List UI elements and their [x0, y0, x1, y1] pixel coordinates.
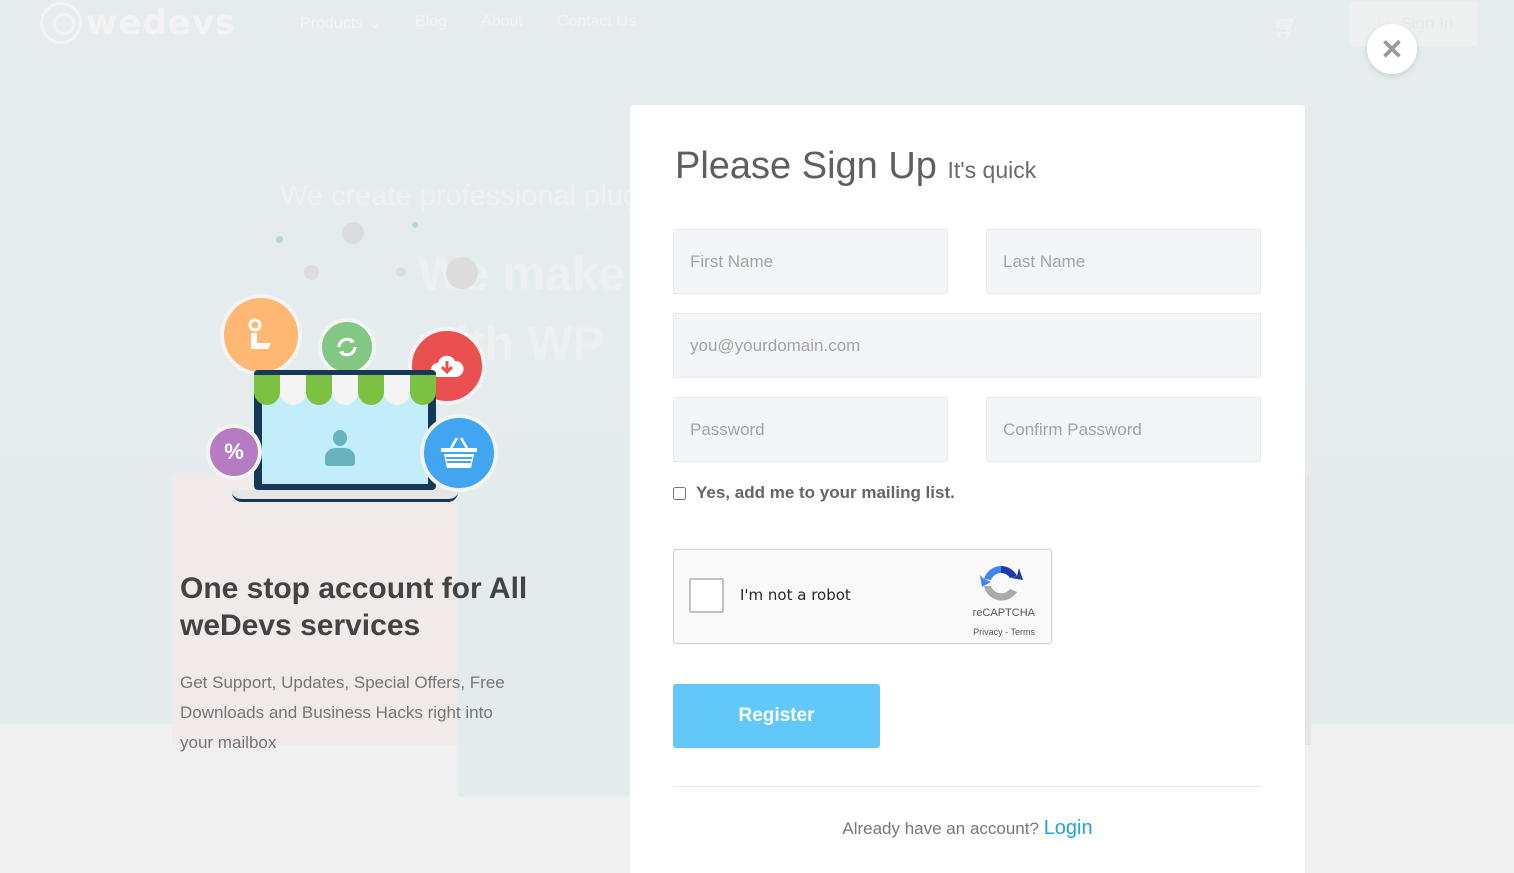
nav-products[interactable]: Products ⌄ — [300, 13, 381, 33]
decor-dot — [446, 257, 478, 289]
logo-mark-icon — [40, 2, 82, 44]
close-modal-button[interactable]: ✕ — [1367, 24, 1417, 74]
login-prompt: Already have an account? Login — [630, 817, 1305, 840]
user-icon — [325, 430, 355, 472]
logo-text: wedevs — [86, 3, 237, 43]
cart-icon[interactable]: 🛒︎ — [1272, 14, 1300, 40]
top-navigation: wedevs Products ⌄ Blog About Contact Us … — [0, 0, 1514, 48]
basket-icon — [420, 414, 498, 492]
decor-dot — [396, 267, 406, 277]
mailing-list-checkbox[interactable] — [673, 486, 686, 500]
email-input[interactable] — [673, 313, 1261, 378]
nav-blog[interactable]: Blog — [415, 13, 447, 33]
recaptcha-brand: reCAPTCHA — [972, 607, 1035, 619]
nav-contact[interactable]: Contact Us — [557, 13, 636, 33]
decor-dot — [412, 222, 418, 228]
support-icon — [220, 294, 302, 376]
decor-dot — [304, 265, 319, 280]
sync-icon — [318, 318, 376, 376]
recaptcha-logo-icon — [980, 566, 1023, 601]
laptop-base — [232, 490, 458, 502]
recaptcha-privacy-terms-link[interactable]: Privacy - Terms — [973, 627, 1035, 637]
promo-heading: One stop account for All weDevs services — [180, 572, 528, 642]
store-illustration: % — [170, 220, 530, 520]
percent-icon: % — [206, 424, 262, 480]
register-button[interactable]: Register — [673, 684, 880, 748]
mailing-list-label[interactable]: Yes, add me to your mailing list. — [696, 483, 955, 503]
promo-body: Get Support, Updates, Special Offers, Fr… — [180, 673, 505, 752]
recaptcha-checkbox[interactable] — [689, 578, 724, 613]
modal-subtitle: It's quick — [947, 157, 1037, 183]
signup-modal: Please Sign Up It's quick Yes, add me to… — [630, 105, 1305, 873]
nav-links: Products ⌄ Blog About Contact Us — [300, 13, 636, 33]
password-input[interactable] — [673, 397, 948, 462]
first-name-input[interactable] — [673, 229, 948, 294]
decor-dot — [342, 222, 364, 244]
modal-title-text: Please Sign Up — [675, 145, 937, 187]
hero-subtitle: We create professional plug — [280, 180, 639, 212]
divider — [673, 786, 1261, 787]
wedevs-logo[interactable]: wedevs — [40, 2, 236, 44]
close-icon: ✕ — [1380, 33, 1404, 65]
modal-title: Please Sign Up It's quick — [675, 145, 1036, 188]
decor-dot — [276, 236, 283, 243]
confirm-password-input[interactable] — [986, 397, 1261, 462]
mailing-list-option: Yes, add me to your mailing list. — [673, 483, 955, 503]
store-awning — [254, 375, 436, 405]
background-panel — [1305, 475, 1311, 745]
login-prompt-text: Already have an account? — [842, 819, 1039, 838]
last-name-input[interactable] — [986, 229, 1261, 294]
recaptcha-widget: I'm not a robot reCAPTCHA Privacy - Term… — [673, 549, 1052, 644]
recaptcha-label: I'm not a robot — [740, 586, 851, 604]
nav-about[interactable]: About — [481, 13, 523, 33]
login-link[interactable]: Login — [1044, 817, 1093, 839]
